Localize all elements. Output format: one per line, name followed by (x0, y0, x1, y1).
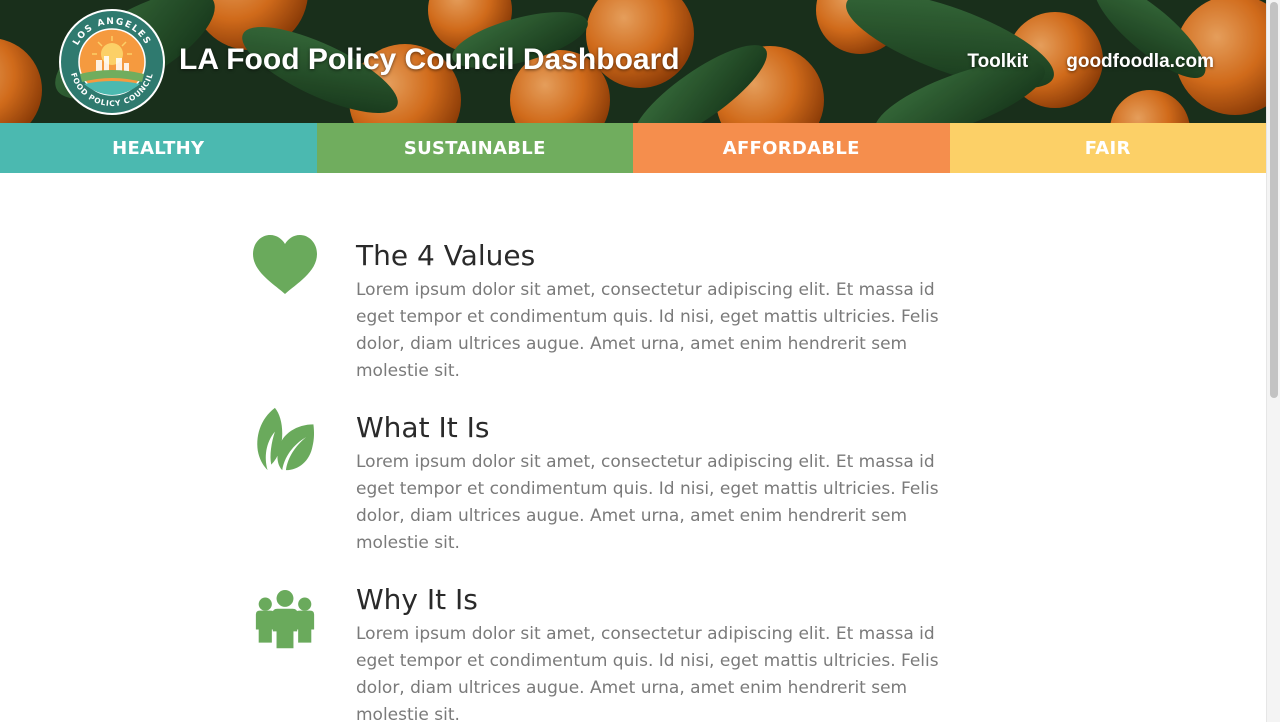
nav-link-goodfoodla[interactable]: goodfoodla.com (1066, 50, 1214, 74)
council-logo[interactable]: LOS ANGELES FOOD POLICY COUNCIL (58, 8, 166, 116)
page: LOS ANGELES FOOD POLICY COUNCIL LA Food … (0, 0, 1266, 722)
nav-link-toolkit[interactable]: Toolkit (967, 50, 1028, 74)
tab-fair[interactable]: FAIR (949, 123, 1266, 173)
section-what-it-is: What It Is Lorem ipsum dolor sit amet, c… (252, 406, 1012, 578)
people-group-icon (255, 590, 315, 649)
section-the-4-values: The 4 Values Lorem ipsum dolor sit amet,… (252, 234, 1012, 406)
page-scrollbar[interactable] (1266, 0, 1280, 722)
tab-sustainable[interactable]: SUSTAINABLE (316, 123, 633, 173)
section-body: Lorem ipsum dolor sit amet, consectetur … (356, 280, 939, 381)
leaf-icon (257, 407, 315, 471)
section-why-it-is: Why It Is Lorem ipsum dolor sit amet, co… (252, 578, 1012, 722)
section-heading: The 4 Values (356, 239, 536, 272)
section-heading: Why It Is (356, 583, 478, 616)
main-content: The 4 Values Lorem ipsum dolor sit amet,… (252, 234, 1012, 722)
scrollbar-thumb[interactable] (1270, 2, 1278, 398)
tab-healthy[interactable]: HEALTHY (0, 123, 317, 173)
section-body: Lorem ipsum dolor sit amet, consectetur … (356, 452, 939, 553)
heart-icon (253, 235, 317, 294)
section-body: Lorem ipsum dolor sit amet, consectetur … (356, 624, 939, 722)
tab-affordable[interactable]: AFFORDABLE (633, 123, 950, 173)
section-heading: What It Is (356, 411, 490, 444)
top-navigation: Toolkit goodfoodla.com (967, 50, 1214, 74)
values-tab-bar: HEALTHY SUSTAINABLE AFFORDABLE FAIR (0, 123, 1266, 173)
site-title: LA Food Policy Council Dashboard (179, 43, 680, 76)
site-header: LOS ANGELES FOOD POLICY COUNCIL LA Food … (0, 0, 1266, 123)
